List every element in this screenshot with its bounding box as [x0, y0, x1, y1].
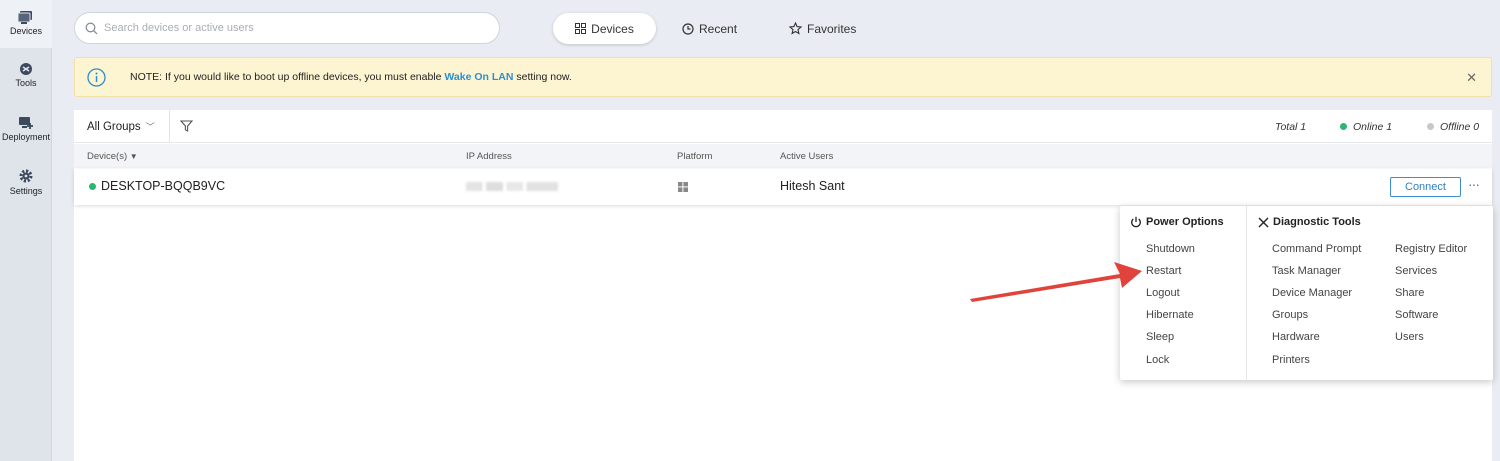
group-label: All Groups	[87, 121, 141, 133]
device-name: DESKTOP-BQQB9VC	[101, 179, 226, 193]
ip-address-redacted	[466, 182, 558, 191]
star-icon	[789, 22, 802, 35]
table-header: Device(s) ▼ IP Address Platform Active U…	[74, 144, 1492, 168]
rail-label: Deployment	[1, 132, 51, 142]
divider	[169, 110, 170, 143]
menu-item-device-manager[interactable]: Device Manager	[1272, 287, 1352, 299]
notice-suffix: setting now.	[513, 71, 572, 83]
menu-item-sleep[interactable]: Sleep	[1146, 331, 1174, 343]
online-count-wrap: Online 1	[1340, 121, 1392, 133]
diagnostic-tools-title: Diagnostic Tools	[1273, 216, 1361, 228]
rail-item-deployment[interactable]: Deployment	[0, 116, 52, 142]
search-icon	[85, 22, 98, 34]
column-active-users: Active Users	[780, 151, 834, 162]
table-row[interactable]: DESKTOP-BQQB9VC Hitesh Sant Connect ···	[74, 169, 1492, 205]
column-ip: IP Address	[466, 151, 512, 162]
menu-item-printers[interactable]: Printers	[1272, 354, 1310, 366]
online-count: Online 1	[1353, 121, 1393, 133]
sort-down-icon: ▼	[129, 152, 138, 161]
menu-item-hardware[interactable]: Hardware	[1272, 331, 1320, 343]
menu-item-hibernate[interactable]: Hibernate	[1146, 309, 1194, 321]
tab-label: Favorites	[807, 21, 857, 36]
rail-item-settings[interactable]: Settings	[0, 168, 52, 196]
menu-item-shutdown[interactable]: Shutdown	[1146, 243, 1195, 255]
menu-item-restart[interactable]: Restart	[1146, 265, 1181, 277]
power-options-heading: Power Options	[1130, 216, 1224, 228]
tab-recent[interactable]: Recent	[668, 13, 751, 44]
wake-on-lan-link[interactable]: Wake On LAN	[444, 71, 513, 83]
grid-icon	[575, 23, 587, 34]
tab-favorites[interactable]: Favorites	[775, 13, 870, 44]
tab-label: Devices	[591, 21, 634, 36]
menu-item-users[interactable]: Users	[1395, 331, 1424, 343]
group-dropdown[interactable]: All Groups ﹀	[87, 120, 155, 133]
menu-item-logout[interactable]: Logout	[1146, 287, 1180, 299]
tab-devices[interactable]: Devices	[553, 13, 656, 44]
search-box	[74, 12, 500, 44]
device-cell: DESKTOP-BQQB9VC	[89, 179, 225, 193]
power-icon	[1131, 216, 1141, 228]
gear-icon	[19, 169, 33, 183]
tab-label: Recent	[699, 21, 738, 36]
wol-notice: NOTE: If you would like to boot up offli…	[74, 57, 1492, 97]
tools-icon	[1258, 217, 1269, 227]
clock-icon	[682, 22, 694, 35]
column-device-label: Device(s)	[87, 151, 128, 162]
power-options-title: Power Options	[1146, 216, 1224, 228]
rail-item-tools[interactable]: Tools	[0, 62, 52, 88]
total-count: Total 1	[1275, 121, 1307, 133]
menu-item-groups[interactable]: Groups	[1272, 309, 1308, 321]
offline-count: Offline 0	[1440, 121, 1480, 133]
column-device[interactable]: Device(s) ▼	[87, 151, 138, 162]
offline-count-wrap: Offline 0	[1427, 121, 1479, 133]
diagnostic-tools-heading: Diagnostic Tools	[1258, 216, 1361, 228]
column-platform: Platform	[677, 151, 713, 162]
rail-item-devices[interactable]: Devices	[0, 0, 52, 48]
online-dot	[89, 183, 96, 190]
menu-item-software[interactable]: Software	[1395, 309, 1438, 321]
devices-icon	[18, 11, 32, 24]
offline-dot	[1427, 123, 1434, 130]
filter-icon[interactable]	[180, 120, 193, 132]
menu-item-command-prompt[interactable]: Command Prompt	[1272, 243, 1361, 255]
menu-item-lock[interactable]: Lock	[1146, 354, 1169, 366]
search-input[interactable]	[104, 22, 484, 34]
windows-icon	[678, 182, 688, 192]
info-icon	[87, 68, 106, 87]
filter-bar: All Groups ﹀ Total 1 Online 1 Offline 0	[74, 110, 1492, 143]
menu-item-services[interactable]: Services	[1395, 265, 1437, 277]
menu-item-registry-editor[interactable]: Registry Editor	[1395, 243, 1467, 255]
connect-button[interactable]: Connect	[1390, 177, 1461, 197]
menu-divider	[1246, 206, 1247, 380]
close-icon[interactable]: ✕	[1466, 70, 1477, 86]
tools-icon	[20, 63, 32, 75]
notice-prefix: NOTE: If you would like to boot up offli…	[130, 71, 445, 83]
notice-text: NOTE: If you would like to boot up offli…	[130, 71, 572, 83]
rail-label: Devices	[9, 26, 42, 36]
actions-menu: Power Options Diagnostic Tools Shutdown …	[1120, 206, 1493, 380]
menu-item-task-manager[interactable]: Task Manager	[1272, 265, 1341, 277]
more-options-icon[interactable]: ···	[1468, 176, 1480, 192]
menu-item-share[interactable]: Share	[1395, 287, 1424, 299]
deployment-icon	[19, 117, 33, 129]
chevron-down-icon: ﹀	[145, 122, 155, 132]
online-dot	[1340, 123, 1347, 130]
rail-label: Tools	[15, 78, 37, 88]
rail-label: Settings	[9, 186, 43, 196]
left-rail: Devices Tools Deployment Settings	[0, 0, 52, 461]
active-user: Hitesh Sant	[780, 179, 845, 193]
